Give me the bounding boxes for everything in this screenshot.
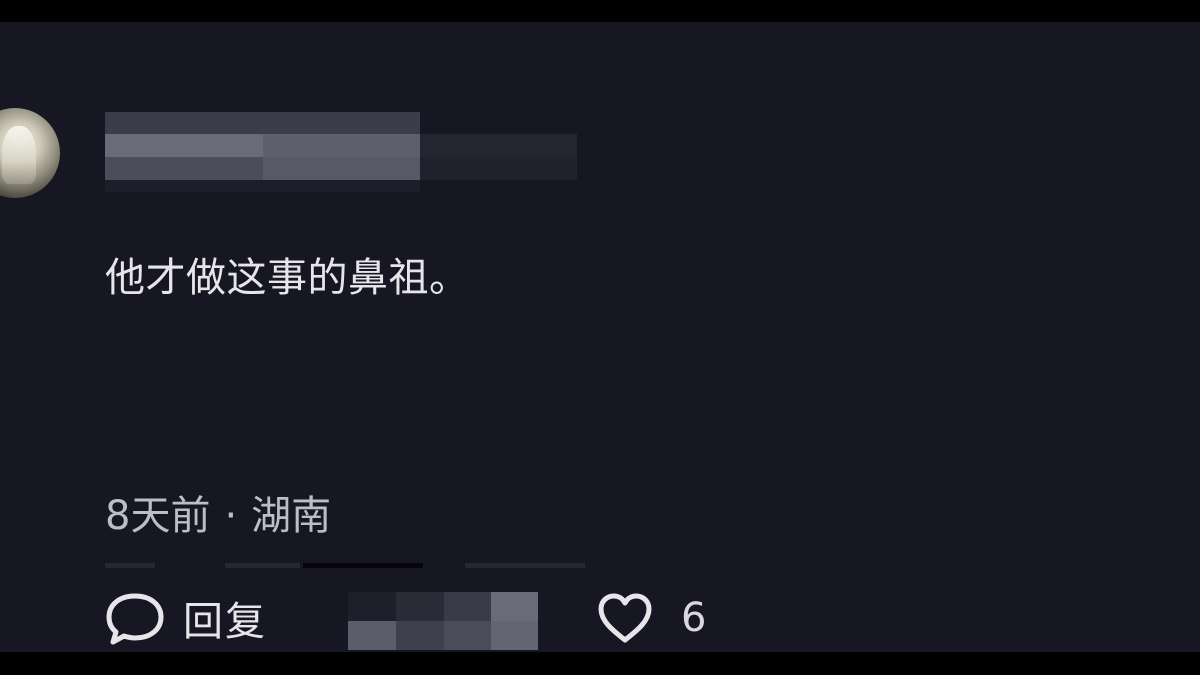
avatar-figure bbox=[2, 126, 36, 184]
blur-block bbox=[348, 592, 396, 621]
divider-segment bbox=[225, 563, 300, 568]
blur-block bbox=[491, 592, 538, 621]
comment-panel: 他才做这事的鼻祖。 8天前 · 湖南 回复 6 bbox=[0, 22, 1200, 652]
comment-text: 他才做这事的鼻祖。 bbox=[105, 255, 470, 301]
meta-separator: · bbox=[224, 493, 238, 539]
heart-outline-icon bbox=[598, 593, 652, 643]
like-button[interactable]: 6 bbox=[595, 588, 706, 648]
comment-meta: 8天前 · 湖南 bbox=[105, 486, 331, 546]
action-dividers bbox=[105, 563, 585, 569]
blur-block bbox=[348, 621, 396, 650]
comment-location: 湖南 bbox=[251, 493, 332, 539]
blur-block bbox=[444, 621, 491, 650]
username-blur-block bbox=[105, 180, 420, 192]
chat-bubble-icon bbox=[106, 593, 164, 645]
blurred-region bbox=[348, 592, 538, 650]
divider-segment bbox=[465, 563, 585, 568]
comment-time: 8天前 bbox=[105, 493, 211, 539]
username-blur-block bbox=[263, 112, 420, 134]
like-count: 6 bbox=[681, 595, 707, 641]
divider-segment bbox=[105, 563, 155, 568]
divider-segment-active bbox=[303, 563, 423, 568]
username-blur-block bbox=[420, 134, 577, 157]
blur-block bbox=[491, 621, 538, 650]
blur-block bbox=[444, 592, 491, 621]
blur-block bbox=[396, 592, 444, 621]
reply-button[interactable]: 回复 bbox=[105, 588, 267, 648]
reply-label: 回复 bbox=[183, 599, 267, 645]
avatar[interactable] bbox=[0, 108, 60, 198]
username-blur-block bbox=[263, 157, 420, 180]
username-blur-block bbox=[420, 157, 577, 180]
blur-block bbox=[396, 621, 444, 650]
username-blur-block bbox=[105, 134, 263, 157]
username-blur-block bbox=[263, 134, 420, 157]
username-blur-block bbox=[105, 157, 263, 180]
username-redacted[interactable] bbox=[105, 112, 577, 202]
action-row: 回复 6 bbox=[105, 588, 805, 652]
username-blur-block bbox=[105, 112, 263, 134]
